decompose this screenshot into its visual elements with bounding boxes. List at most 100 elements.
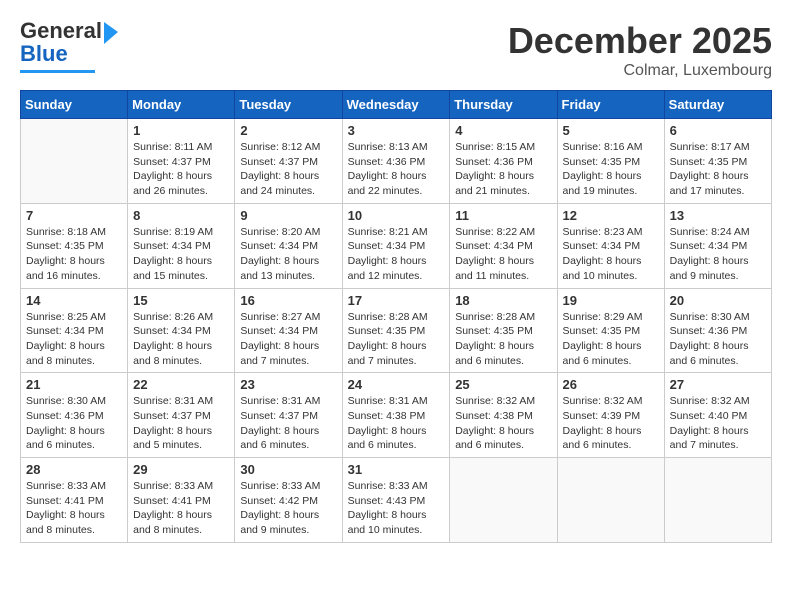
day-info: Sunrise: 8:21 AMSunset: 4:34 PMDaylight:…: [348, 225, 445, 284]
calendar-cell: 23Sunrise: 8:31 AMSunset: 4:37 PMDayligh…: [235, 373, 342, 458]
calendar-week-row: 7Sunrise: 8:18 AMSunset: 4:35 PMDaylight…: [21, 203, 772, 288]
calendar-week-row: 21 Sunrise: 8:30 AMSunset: 4:36 PMDayligh…: [21, 373, 772, 458]
day-info: Sunrise: 8:33 AMSunset: 4:43 PMDaylight:…: [348, 479, 445, 538]
calendar-cell: 17Sunrise: 8:28 AMSunset: 4:35 PMDayligh…: [342, 288, 450, 373]
calendar-cell: 11Sunrise: 8:22 AMSunset: 4:34 PMDayligh…: [450, 203, 557, 288]
calendar-cell: 30 Sunrise: 8:33 AMSunset: 4:42 PMDayligh…: [235, 458, 342, 543]
calendar-cell: 19 Sunrise: 8:29 AMSunset: 4:35 PMDayligh…: [557, 288, 664, 373]
day-number: 29: [133, 462, 229, 477]
logo-arrow-icon: [102, 22, 120, 44]
day-number: 10: [348, 208, 445, 223]
day-number: 24: [348, 377, 445, 392]
day-info: Sunrise: 8:17 AMSunset: 4:35 PMDaylight:…: [670, 140, 766, 199]
day-number: 21: [26, 377, 122, 392]
day-number: 13: [670, 208, 766, 223]
logo: General Blue: [20, 20, 102, 73]
day-info: Sunrise: 8:28 AMSunset: 4:35 PMDaylight:…: [348, 310, 445, 369]
calendar-cell: 29 Sunrise: 8:33 AMSunset: 4:41 PMDayligh…: [128, 458, 235, 543]
day-number: 8: [133, 208, 229, 223]
logo-text: General Blue: [20, 18, 102, 66]
weekday-header-thursday: Thursday: [450, 91, 557, 119]
day-info: Sunrise: 8:30 AMSunset: 4:36 PMDaylight:…: [670, 310, 766, 369]
day-number: 27: [670, 377, 766, 392]
day-info: Sunrise: 8:12 AMSunset: 4:37 PMDaylight:…: [240, 140, 336, 199]
day-number: 5: [563, 123, 659, 138]
calendar-cell: 5 Sunrise: 8:16 AMSunset: 4:35 PMDaylight…: [557, 119, 664, 204]
day-info: Sunrise: 8:25 AMSunset: 4:34 PMDaylight:…: [26, 310, 122, 369]
calendar-week-row: 14 Sunrise: 8:25 AMSunset: 4:34 PMDayligh…: [21, 288, 772, 373]
calendar-week-row: 1 Sunrise: 8:11 AMSunset: 4:37 PMDaylight…: [21, 119, 772, 204]
day-number: 4: [455, 123, 551, 138]
day-number: 2: [240, 123, 336, 138]
calendar-cell: 3 Sunrise: 8:13 AMSunset: 4:36 PMDaylight…: [342, 119, 450, 204]
calendar-cell: 28Sunrise: 8:33 AMSunset: 4:41 PMDayligh…: [21, 458, 128, 543]
day-number: 18: [455, 293, 551, 308]
day-info: Sunrise: 8:32 AMSunset: 4:39 PMDaylight:…: [563, 394, 659, 453]
day-info: Sunrise: 8:15 AMSunset: 4:36 PMDaylight:…: [455, 140, 551, 199]
day-number: 1: [133, 123, 229, 138]
page-header: General Blue December 2025 Colmar, Luxem…: [20, 20, 772, 80]
calendar-cell: 15Sunrise: 8:26 AMSunset: 4:34 PMDayligh…: [128, 288, 235, 373]
calendar-cell: 27 Sunrise: 8:32 AMSunset: 4:40 PMDayligh…: [664, 373, 771, 458]
day-number: 16: [240, 293, 336, 308]
day-number: 12: [563, 208, 659, 223]
calendar-cell: 2 Sunrise: 8:12 AMSunset: 4:37 PMDaylight…: [235, 119, 342, 204]
calendar-cell: 25Sunrise: 8:32 AMSunset: 4:38 PMDayligh…: [450, 373, 557, 458]
weekday-header-saturday: Saturday: [664, 91, 771, 119]
calendar-cell: [664, 458, 771, 543]
day-info: Sunrise: 8:29 AMSunset: 4:35 PMDaylight:…: [563, 310, 659, 369]
calendar-cell: 21 Sunrise: 8:30 AMSunset: 4:36 PMDayligh…: [21, 373, 128, 458]
day-info: Sunrise: 8:16 AMSunset: 4:35 PMDaylight:…: [563, 140, 659, 199]
day-info: Sunrise: 8:31 AMSunset: 4:38 PMDaylight:…: [348, 394, 445, 453]
calendar-table: SundayMondayTuesdayWednesdayThursdayFrid…: [20, 90, 772, 543]
weekday-header-row: SundayMondayTuesdayWednesdayThursdayFrid…: [21, 91, 772, 119]
day-info: Sunrise: 8:31 AMSunset: 4:37 PMDaylight:…: [133, 394, 229, 453]
day-number: 22: [133, 377, 229, 392]
calendar-cell: 1 Sunrise: 8:11 AMSunset: 4:37 PMDaylight…: [128, 119, 235, 204]
calendar-cell: 22 Sunrise: 8:31 AMSunset: 4:37 PMDayligh…: [128, 373, 235, 458]
day-number: 19: [563, 293, 659, 308]
calendar-cell: 4 Sunrise: 8:15 AMSunset: 4:36 PMDaylight…: [450, 119, 557, 204]
day-info: Sunrise: 8:22 AMSunset: 4:34 PMDaylight:…: [455, 225, 551, 284]
day-info: Sunrise: 8:28 AMSunset: 4:35 PMDaylight:…: [455, 310, 551, 369]
day-info: Sunrise: 8:33 AMSunset: 4:41 PMDaylight:…: [133, 479, 229, 538]
day-info: Sunrise: 8:19 AMSunset: 4:34 PMDaylight:…: [133, 225, 229, 284]
calendar-cell: 10 Sunrise: 8:21 AMSunset: 4:34 PMDayligh…: [342, 203, 450, 288]
day-number: 3: [348, 123, 445, 138]
calendar-cell: [450, 458, 557, 543]
weekday-header-friday: Friday: [557, 91, 664, 119]
weekday-header-wednesday: Wednesday: [342, 91, 450, 119]
day-info: Sunrise: 8:18 AMSunset: 4:35 PMDaylight:…: [26, 225, 122, 284]
calendar-cell: 14 Sunrise: 8:25 AMSunset: 4:34 PMDayligh…: [21, 288, 128, 373]
day-number: 25: [455, 377, 551, 392]
calendar-cell: 26Sunrise: 8:32 AMSunset: 4:39 PMDayligh…: [557, 373, 664, 458]
weekday-header-sunday: Sunday: [21, 91, 128, 119]
location: Colmar, Luxembourg: [508, 62, 772, 80]
calendar-cell: [21, 119, 128, 204]
weekday-header-tuesday: Tuesday: [235, 91, 342, 119]
calendar-week-row: 28 Sunrise: 8:33 AMSunset: 4:41 PMDayligh…: [21, 458, 772, 543]
calendar-cell: 20 Sunrise: 8:30 AMSunset: 4:36 PMDayligh…: [664, 288, 771, 373]
day-number: 28: [26, 462, 122, 477]
title-block: December 2025 Colmar, Luxembourg: [508, 20, 772, 80]
day-info: Sunrise: 8:33 AMSunset: 4:42 PMDaylight:…: [240, 479, 336, 538]
day-number: 14: [26, 293, 122, 308]
day-number: 20: [670, 293, 766, 308]
day-number: 23: [240, 377, 336, 392]
day-info: Sunrise: 8:30 AMSunset: 4:36 PMDaylight:…: [26, 394, 122, 453]
day-info: Sunrise: 8:24 AMSunset: 4:34 PMDaylight:…: [670, 225, 766, 284]
day-number: 30: [240, 462, 336, 477]
calendar-cell: 18 Sunrise: 8:28 AMSunset: 4:35 PMDayligh…: [450, 288, 557, 373]
calendar-cell: 16 Sunrise: 8:27 AMSunset: 4:34 PMDayligh…: [235, 288, 342, 373]
calendar-cell: [557, 458, 664, 543]
calendar-cell: 9Sunrise: 8:20 AMSunset: 4:34 PMDaylight…: [235, 203, 342, 288]
day-info: Sunrise: 8:32 AMSunset: 4:40 PMDaylight:…: [670, 394, 766, 453]
calendar-cell: 24 Sunrise: 8:31 AMSunset: 4:38 PMDayligh…: [342, 373, 450, 458]
day-number: 31: [348, 462, 445, 477]
calendar-cell: 31 Sunrise: 8:33 AMSunset: 4:43 PMDayligh…: [342, 458, 450, 543]
month-title: December 2025: [508, 20, 772, 62]
day-info: Sunrise: 8:27 AMSunset: 4:34 PMDaylight:…: [240, 310, 336, 369]
day-info: Sunrise: 8:20 AMSunset: 4:34 PMDaylight:…: [240, 225, 336, 284]
day-info: Sunrise: 8:11 AMSunset: 4:37 PMDaylight:…: [133, 140, 229, 199]
day-info: Sunrise: 8:13 AMSunset: 4:36 PMDaylight:…: [348, 140, 445, 199]
